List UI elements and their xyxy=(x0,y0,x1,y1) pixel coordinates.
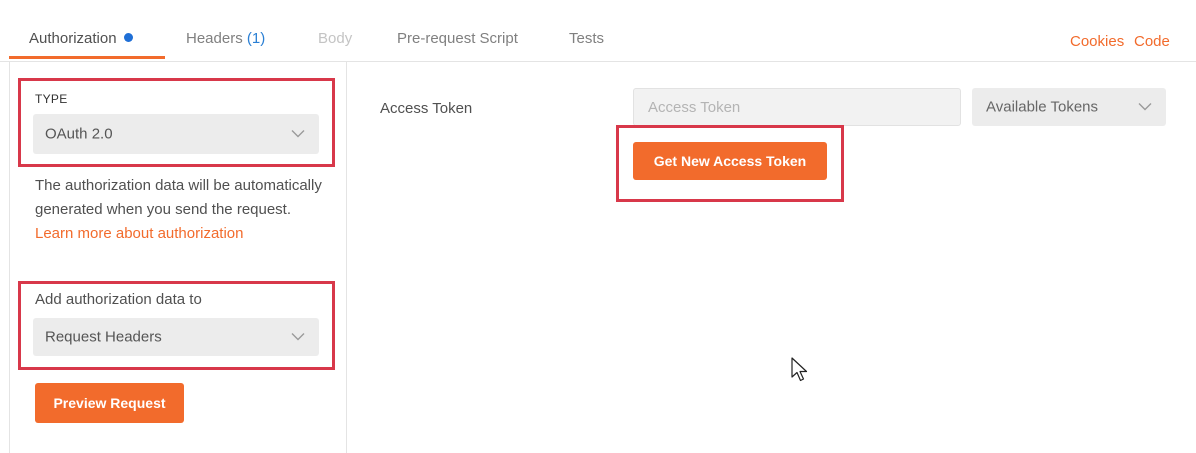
access-token-input[interactable] xyxy=(633,88,961,126)
tab-pre-request-label: Pre-request Script xyxy=(397,30,518,47)
highlight-box-type xyxy=(18,78,335,167)
tab-body[interactable]: Body xyxy=(318,30,352,47)
auth-description: The authorization data will be automatic… xyxy=(35,174,325,246)
tab-headers-label: Headers xyxy=(186,30,243,47)
tab-bar: Authorization Headers (1) Body Pre-reque… xyxy=(0,0,1196,62)
tab-tests[interactable]: Tests xyxy=(569,30,604,47)
tab-pre-request-script[interactable]: Pre-request Script xyxy=(397,30,518,47)
chevron-down-icon xyxy=(1138,103,1152,111)
modified-dot-icon xyxy=(123,33,133,42)
available-tokens-label: Available Tokens xyxy=(986,98,1099,116)
mouse-cursor-icon xyxy=(791,357,808,382)
access-token-label: Access Token xyxy=(380,100,473,117)
cookies-link[interactable]: Cookies xyxy=(1070,33,1124,50)
tab-authorization[interactable]: Authorization xyxy=(29,30,133,47)
auth-description-text: The authorization data will be automatic… xyxy=(35,177,322,218)
tab-body-label: Body xyxy=(318,30,353,47)
highlight-box-add-to xyxy=(18,281,335,370)
tab-tests-label: Tests xyxy=(569,30,605,47)
tab-headers[interactable]: Headers (1) xyxy=(186,30,265,47)
available-tokens-select[interactable]: Available Tokens xyxy=(972,88,1166,126)
tab-authorization-label: Authorization xyxy=(29,30,117,47)
active-tab-indicator xyxy=(9,56,165,59)
code-link[interactable]: Code xyxy=(1134,33,1170,50)
headers-count: (1) xyxy=(246,30,266,47)
preview-request-button[interactable]: Preview Request xyxy=(35,383,184,423)
learn-more-link[interactable]: Learn more about authorization xyxy=(35,225,243,242)
highlight-box-get-token xyxy=(616,125,844,202)
